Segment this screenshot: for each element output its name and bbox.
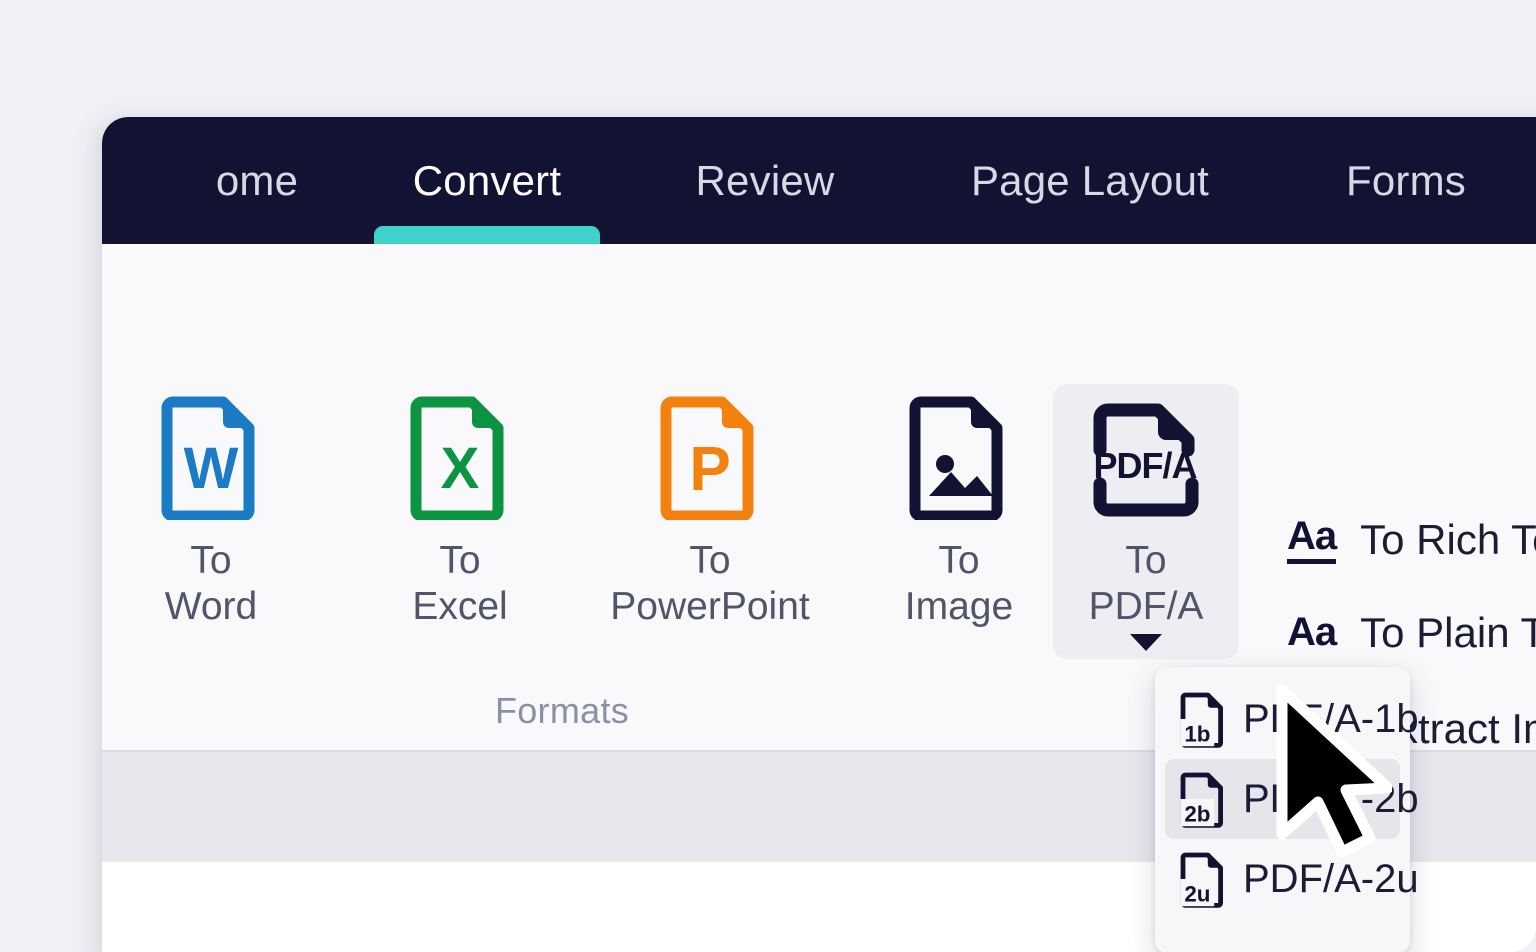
menu-item-pdfa-2u[interactable]: 2uPDF/A-2u xyxy=(1165,839,1400,919)
svg-text:2u: 2u xyxy=(1184,881,1210,906)
svg-text:1b: 1b xyxy=(1184,721,1210,746)
pdfa-variant-icon: 2u xyxy=(1179,850,1227,908)
tab-convert[interactable]: Convert xyxy=(374,117,600,244)
menu-item-label: PDF/A-1b xyxy=(1243,697,1419,742)
chevron-down-icon[interactable] xyxy=(1130,634,1162,651)
menu-item-label: PDF/A-2u xyxy=(1243,857,1419,902)
powerpoint-file-icon: P xyxy=(651,392,769,520)
format-button-label: To Image xyxy=(905,538,1013,630)
ribbon-group-label: Formats xyxy=(102,690,1022,732)
menu-item-pdfa-1b[interactable]: 1bPDF/A-1b xyxy=(1165,679,1400,759)
to-excel-button[interactable]: X To Excel xyxy=(367,384,553,659)
menu-item-pdfa-2b[interactable]: 2bPDF/A-2b xyxy=(1165,759,1400,839)
tab-label: Page Layout xyxy=(971,157,1209,205)
svg-text:2b: 2b xyxy=(1184,801,1210,826)
application-window: omeConvertReviewPage LayoutFormsSh WTo W… xyxy=(102,117,1536,952)
tab-page-layout[interactable]: Page Layout xyxy=(932,117,1248,244)
pdfa-file-icon: PDF/A xyxy=(1082,392,1210,520)
word-file-icon: W xyxy=(152,392,270,520)
tab-label: ome xyxy=(216,157,298,205)
svg-text:W: W xyxy=(184,436,239,501)
to-plain-text-button[interactable]: Aa To Plain Te xyxy=(1287,609,1536,657)
tab-review[interactable]: Review xyxy=(662,117,868,244)
svg-text:X: X xyxy=(441,436,480,501)
text-item-label: To Plain Te xyxy=(1360,609,1536,657)
svg-text:PDF/A: PDF/A xyxy=(1094,445,1198,486)
to-pdfa-button[interactable]: PDF/A To PDF/A xyxy=(1053,384,1239,659)
active-tab-indicator xyxy=(374,226,600,244)
aa-underlined-icon: Aa xyxy=(1287,516,1336,564)
ribbon-tab-bar: omeConvertReviewPage LayoutFormsSh xyxy=(102,117,1536,244)
image-file-icon xyxy=(900,392,1018,520)
format-button-label: To PDF/A xyxy=(1089,538,1204,630)
tab-label: Convert xyxy=(413,157,561,205)
format-button-label: To Excel xyxy=(412,538,507,630)
excel-file-icon: X xyxy=(401,392,519,520)
pdfa-variant-icon: 2b xyxy=(1179,770,1227,828)
page-canvas: omeConvertReviewPage LayoutFormsSh WTo W… xyxy=(0,0,1536,952)
format-button-label: To PowerPoint xyxy=(610,538,809,630)
to-powerpoint-button[interactable]: PTo PowerPoint xyxy=(617,384,803,659)
to-rich-text-button[interactable]: Aa To Rich Tex xyxy=(1287,516,1536,564)
tab-home[interactable]: ome xyxy=(162,117,352,244)
pdfa-format-menu[interactable]: 1bPDF/A-1b2bPDF/A-2b2uPDF/A-2u xyxy=(1155,667,1410,952)
tab-label: Review xyxy=(696,157,835,205)
menu-item-label: PDF/A-2b xyxy=(1243,777,1419,822)
text-item-label: To Rich Tex xyxy=(1360,516,1536,564)
tab-label: Forms xyxy=(1346,157,1466,205)
aa-icon: Aa xyxy=(1287,612,1336,655)
to-image-button[interactable]: To Image xyxy=(866,384,1052,659)
pdfa-variant-icon: 1b xyxy=(1179,690,1227,748)
format-button-label: To Word xyxy=(165,538,257,630)
tab-forms[interactable]: Forms xyxy=(1317,117,1495,244)
svg-text:P: P xyxy=(689,435,730,504)
to-word-button[interactable]: W To Word xyxy=(118,384,304,659)
